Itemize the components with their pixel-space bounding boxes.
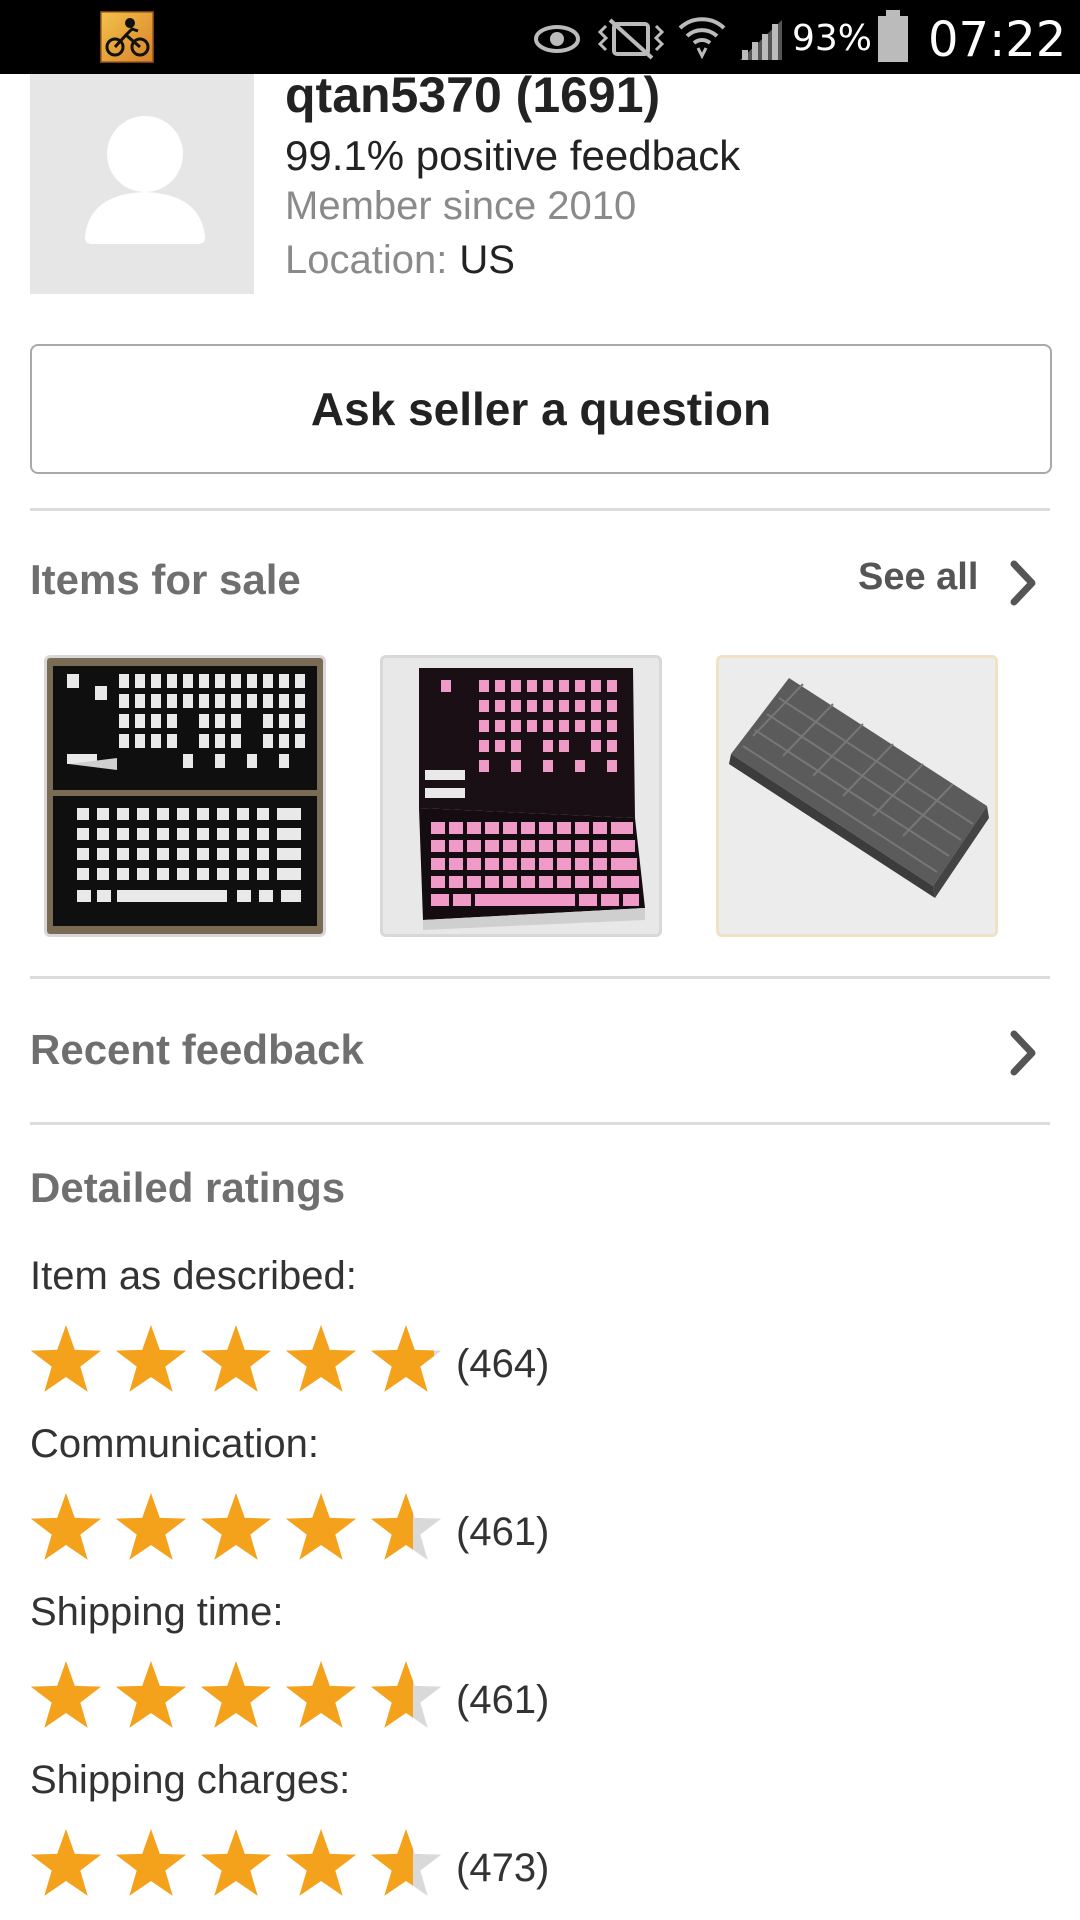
star-icon (200, 1829, 272, 1896)
star-icon (370, 1493, 442, 1560)
app-notification-icon (100, 11, 154, 63)
signal-icon (740, 20, 782, 60)
battery-icon (878, 10, 908, 62)
gray-keyboard-thumbnail (719, 658, 995, 934)
wifi-icon (678, 17, 726, 60)
star-icon (285, 1493, 357, 1560)
star-icon (115, 1661, 187, 1728)
star-icon (200, 1325, 272, 1392)
recent-feedback-title: Recent feedback (30, 1026, 364, 1073)
star-rating (30, 1325, 442, 1392)
chevron-right-icon (1010, 560, 1036, 606)
seller-avatar (30, 74, 254, 294)
star-icon (30, 1829, 102, 1896)
star-rating (30, 1661, 442, 1728)
eye-icon (534, 25, 580, 53)
star-icon (30, 1661, 102, 1728)
ask-seller-question-button[interactable]: Ask seller a question (30, 344, 1052, 474)
items-for-sale-title: Items for sale (30, 556, 301, 603)
star-icon (115, 1325, 187, 1392)
star-icon (30, 1493, 102, 1560)
vibrate-mute-icon (597, 18, 665, 60)
item-thumbnail-2[interactable] (380, 655, 662, 937)
chevron-right-icon (1010, 1030, 1036, 1076)
seller-feedback-score: 99.1% positive feedback (285, 132, 741, 179)
see-all-label: See all (858, 556, 979, 598)
star-icon (115, 1493, 187, 1560)
star-icon (200, 1493, 272, 1560)
star-icon (370, 1661, 442, 1728)
divider (30, 1122, 1050, 1125)
rating-count: (461) (456, 1510, 550, 1554)
rating-label: Shipping charges: (30, 1758, 351, 1802)
user-silhouette-icon (84, 116, 206, 244)
item-thumbnail-1[interactable] (44, 655, 326, 937)
rating-label: Communication: (30, 1422, 320, 1466)
star-icon (285, 1661, 357, 1728)
rating-count: (473) (456, 1846, 550, 1890)
location-label: Location: (285, 238, 448, 282)
star-icon (285, 1325, 357, 1392)
star-rating (30, 1493, 442, 1560)
rating-label: Shipping time: (30, 1590, 284, 1634)
detailed-ratings-title: Detailed ratings (30, 1164, 346, 1211)
status-time: 07:22 (928, 12, 1067, 68)
location-value: US (459, 238, 515, 282)
star-icon (370, 1325, 442, 1392)
divider (30, 508, 1050, 511)
battery-percentage: 93% (792, 18, 873, 59)
rating-count: (464) (456, 1342, 550, 1386)
rating-label: Item as described: (30, 1254, 357, 1298)
star-icon (285, 1829, 357, 1896)
star-icon (115, 1829, 187, 1896)
status-bar: 93% 07:22 (0, 0, 1080, 74)
star-icon (30, 1325, 102, 1392)
seller-name: qtan5370 (1691) (285, 67, 661, 123)
seller-location: Location: US (285, 238, 515, 283)
star-icon (370, 1829, 442, 1896)
divider (30, 976, 1050, 979)
keycap-set-pink-thumbnail (383, 658, 659, 934)
rating-count: (461) (456, 1678, 550, 1722)
star-rating (30, 1829, 442, 1896)
item-thumbnail-3[interactable] (716, 655, 998, 937)
seller-member-since: Member since 2010 (285, 184, 637, 228)
star-icon (200, 1661, 272, 1728)
keycap-set-black-white-thumbnail (47, 658, 323, 934)
